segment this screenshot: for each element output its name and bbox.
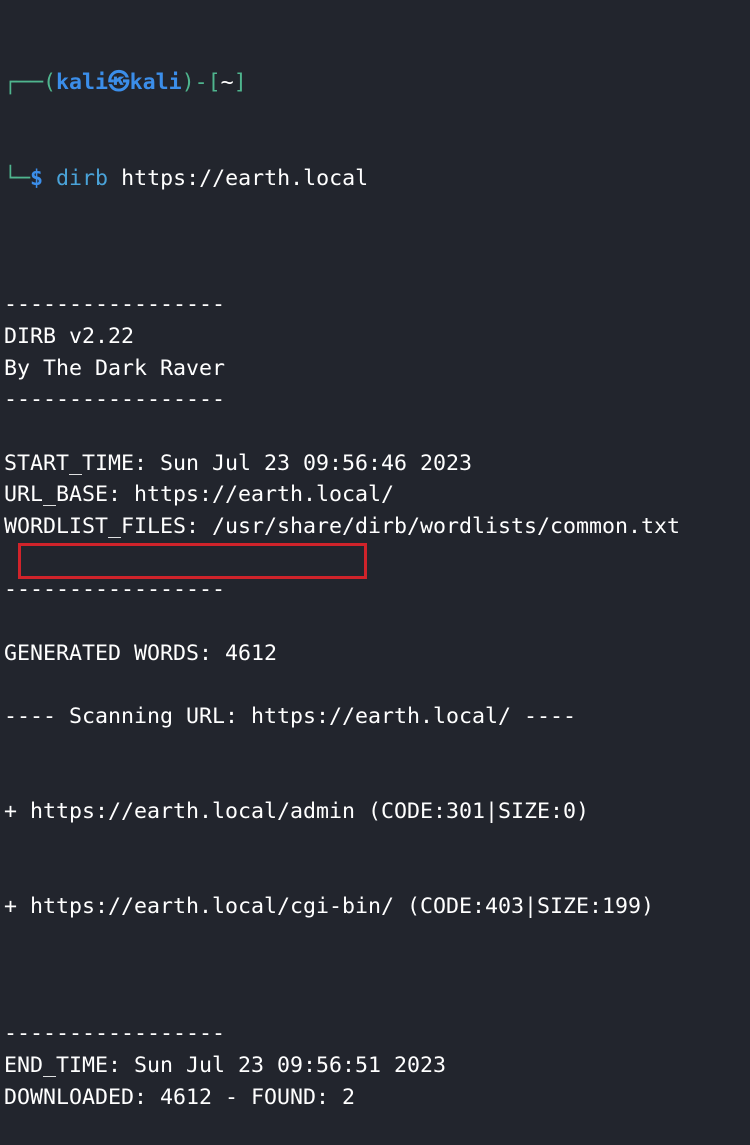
prompt-frame: └─ xyxy=(4,165,31,191)
output-line: ----------------- xyxy=(4,577,226,603)
result-info: (CODE:301|SIZE:0) xyxy=(355,799,590,825)
result-line: + https://earth.local/cgi-bin/ (CODE:403… xyxy=(4,891,680,923)
prompt-cwd: ~ xyxy=(220,70,234,96)
output-line: DOWNLOADED: 4612 - FOUND: 2 xyxy=(4,1084,356,1110)
result-url: https://earth.local/admin xyxy=(30,799,356,825)
prompt-user: kali xyxy=(56,70,109,96)
prompt-frame: ┌──( xyxy=(4,70,57,96)
prompt-frame: ] xyxy=(233,70,247,96)
output-line: START_TIME: Sun Jul 23 09:56:46 2023 xyxy=(4,450,473,476)
result-line: + https://earth.local/admin (CODE:301|SI… xyxy=(4,796,680,828)
output-line: By The Dark Raver xyxy=(4,355,226,381)
command-argument: https://earth.local xyxy=(121,165,369,191)
output-line: ---- Scanning URL: https://earth.local/ … xyxy=(4,704,577,730)
prompt-line-2: └─$ dirb https://earth.local xyxy=(4,163,680,195)
output-line: ----------------- xyxy=(4,387,226,413)
output-line: WORDLIST_FILES: /usr/share/dirb/wordlist… xyxy=(4,514,681,540)
output-line: END_TIME: Sun Jul 23 09:56:51 2023 xyxy=(4,1052,447,1078)
command: dirb xyxy=(56,165,109,191)
prompt-host: kali xyxy=(129,70,182,96)
output-line: DIRB v2.22 xyxy=(4,323,135,349)
output-line: ----------------- xyxy=(4,1021,226,1047)
output-line: URL_BASE: https://earth.local/ xyxy=(4,482,395,508)
prompt-dollar: $ xyxy=(30,165,44,191)
output-line: ----------------- xyxy=(4,292,226,318)
result-prefix: + xyxy=(4,894,31,920)
result-url: https://earth.local/cgi-bin/ xyxy=(30,894,395,920)
highlight-box xyxy=(18,543,367,579)
kali-at-icon: ㉿ xyxy=(108,70,130,96)
output-line: GENERATED WORDS: 4612 xyxy=(4,640,278,666)
result-prefix: + xyxy=(4,799,31,825)
result-info: (CODE:403|SIZE:199) xyxy=(394,894,655,920)
prompt-line-1: ┌──(kali㉿kali)-[~] xyxy=(4,67,680,99)
prompt-frame: )-[ xyxy=(181,70,221,96)
